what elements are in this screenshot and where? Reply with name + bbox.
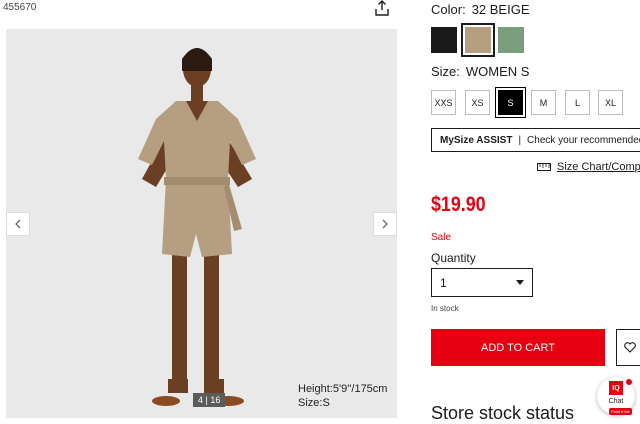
mysize-brand: MySize ASSIST [440, 134, 513, 146]
color-swatch-beige[interactable] [461, 23, 495, 57]
quantity-value: 1 [440, 275, 447, 290]
price: $19.90 [431, 193, 486, 216]
product-id: 455670 [3, 2, 37, 13]
favorite-button[interactable] [616, 329, 640, 366]
color-label-row: Color: 32 BEIGE [431, 2, 530, 17]
chat-label: Chat [608, 398, 624, 405]
chevron-down-icon [516, 280, 524, 285]
size-option-s[interactable]: S [495, 87, 526, 118]
heart-icon [623, 342, 636, 353]
chat-button[interactable]: IQ Chat Point it Me [597, 377, 635, 415]
model-info: Height:5'9''/175cm Size:S [298, 382, 387, 410]
store-stock-heading: Store stock status [431, 403, 575, 423]
product-photo [6, 29, 397, 418]
color-value: 32 BEIGE [471, 2, 530, 17]
color-label: Color: [431, 2, 466, 17]
size-option-l[interactable]: L [565, 90, 590, 115]
size-chart-label: Size Chart/Compare [557, 161, 640, 173]
mysize-assist-button[interactable]: MySize ASSIST | Check your recommended siz… [431, 128, 640, 152]
gallery-next-button[interactable] [373, 212, 397, 236]
quantity-select[interactable]: 1 [431, 268, 533, 297]
mysize-text: Check your recommended size [527, 134, 640, 146]
model-height: Height:5'9''/175cm [298, 383, 388, 395]
sale-label: Sale [431, 232, 452, 243]
size-value: WOMEN S [465, 64, 530, 79]
quantity-label: Quantity [431, 251, 476, 265]
gallery-prev-button[interactable] [6, 212, 30, 236]
ruler-icon [537, 163, 551, 171]
chevron-left-icon [15, 219, 21, 229]
color-swatch-green[interactable] [498, 27, 524, 53]
size-option-xl[interactable]: XL [598, 90, 623, 115]
size-option-xs[interactable]: XS [465, 90, 490, 115]
size-label-row: Size: WOMEN S [431, 64, 529, 79]
image-counter: 4 | 16 [193, 393, 226, 407]
size-option-xxs[interactable]: XXS [431, 90, 456, 115]
iq-badge: IQ [609, 381, 623, 395]
size-label: Size: [431, 64, 460, 79]
product-options-panel: Color: 32 BEIGE Size: WOMEN S XXS XS S M L… [431, 0, 640, 424]
mysize-divider: | [518, 134, 522, 146]
model-size: Size:S [298, 397, 330, 409]
product-image-gallery[interactable]: 4 | 16 Height:5'9''/175cm Size:S [6, 29, 397, 418]
size-option-m[interactable]: M [531, 90, 556, 115]
add-to-cart-button[interactable]: ADD TO CART [431, 329, 605, 366]
notification-dot [626, 379, 632, 385]
size-chart-link[interactable]: Size Chart/Compare [537, 161, 640, 173]
chevron-right-icon [382, 219, 388, 229]
share-icon[interactable] [374, 0, 390, 16]
color-swatch-black[interactable] [431, 27, 457, 53]
chat-pill: Point it Me [609, 408, 632, 415]
stock-status: In stock [431, 304, 459, 313]
